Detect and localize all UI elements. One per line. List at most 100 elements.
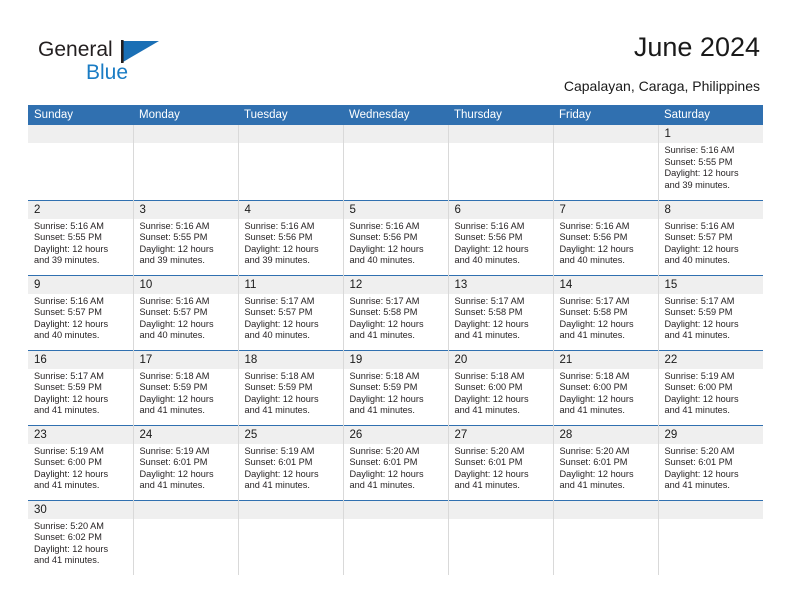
calendar-cell-inner: 9 Sunrise: 5:16 AM Sunset: 5:57 PM Daylight…: [28, 275, 133, 350]
day-info-daylight2: and 39 minutes.: [139, 255, 205, 266]
day-info-sunset: Sunset: 6:01 PM: [139, 457, 208, 468]
day-info-sunset: Sunset: 5:59 PM: [244, 382, 313, 393]
weekday-header-tuesday: Tuesday: [238, 105, 343, 125]
day-info-sunset: Sunset: 5:59 PM: [349, 382, 418, 393]
day-info-sunrise: Sunrise: 5:16 AM: [244, 220, 315, 231]
calendar-cell-day-9[interactable]: 9 Sunrise: 5:16 AM Sunset: 5:57 PM Daylight…: [28, 274, 133, 350]
calendar-cell-inner: 19 Sunrise: 5:18 AM Sunset: 5:59 PM Dayligh…: [343, 350, 448, 425]
page-header: General Blue June 2024 Capalayan, Caraga…: [0, 0, 792, 104]
day-info-daylight1: Daylight: 12 hours: [454, 318, 529, 329]
day-sun-info: Sunrise: 5:16 AM Sunset: 5:56 PM Daylight:…: [344, 219, 448, 267]
calendar-cell-day-19[interactable]: 19 Sunrise: 5:18 AM Sunset: 5:59 PM Dayligh…: [342, 349, 448, 425]
calendar-cell-inner: 21 Sunrise: 5:18 AM Sunset: 6:00 PM Dayligh…: [553, 350, 658, 425]
calendar-cell-day-5[interactable]: 5 Sunrise: 5:16 AM Sunset: 5:56 PM Daylight…: [342, 199, 448, 275]
calendar-cell-inner: 3 Sunrise: 5:16 AM Sunset: 5:55 PM Daylight…: [133, 200, 238, 275]
calendar-cell-inner: [448, 125, 553, 200]
calendar-cell-day-10[interactable]: 10 Sunrise: 5:16 AM Sunset: 5:57 PM Dayligh…: [132, 274, 238, 350]
calendar-cell-day-26[interactable]: 26 Sunrise: 5:20 AM Sunset: 6:01 PM Dayligh…: [342, 424, 448, 500]
calendar-cell-inner: 7 Sunrise: 5:16 AM Sunset: 5:56 PM Daylight…: [553, 200, 658, 275]
day-number: 6: [448, 200, 553, 219]
calendar-cell-inner: 6 Sunrise: 5:16 AM Sunset: 5:56 PM Daylight…: [448, 200, 553, 275]
day-info-sunset: Sunset: 5:56 PM: [454, 232, 523, 243]
weekday-header-wednesday: Wednesday: [343, 105, 448, 125]
calendar-week-row: 30 Sunrise: 5:20 AM Sunset: 6:02 PM Dayligh…: [28, 499, 763, 576]
calendar-cell-day-12[interactable]: 12 Sunrise: 5:17 AM Sunset: 5:58 PM Dayligh…: [342, 274, 448, 350]
weekday-header-friday: Friday: [553, 105, 658, 125]
calendar-cell-day-6[interactable]: 6 Sunrise: 5:16 AM Sunset: 5:56 PM Daylight…: [447, 199, 553, 275]
calendar-cell-day-8[interactable]: 8 Sunrise: 5:16 AM Sunset: 5:57 PM Daylight…: [657, 199, 763, 275]
calendar-cell-day-23[interactable]: 23 Sunrise: 5:19 AM Sunset: 6:00 PM Dayligh…: [28, 424, 133, 500]
calendar-cell-day-13[interactable]: 13 Sunrise: 5:17 AM Sunset: 5:58 PM Dayligh…: [447, 274, 553, 350]
day-info-daylight1: Daylight: 12 hours: [664, 393, 739, 404]
calendar-cell-empty: [657, 499, 763, 575]
day-info-sunrise: Sunrise: 5:19 AM: [664, 370, 735, 381]
calendar-cell-day-30[interactable]: 30 Sunrise: 5:20 AM Sunset: 6:02 PM Dayligh…: [28, 499, 133, 575]
calendar-cell-day-1[interactable]: 1 Sunrise: 5:16 AM Sunset: 5:55 PM Daylight…: [657, 125, 763, 200]
calendar-cell-inner: 8 Sunrise: 5:16 AM Sunset: 5:57 PM Daylight…: [658, 200, 763, 275]
day-info-sunset: Sunset: 6:01 PM: [244, 457, 313, 468]
day-number: [553, 125, 658, 143]
day-number: 10: [133, 275, 238, 294]
calendar-cell-day-24[interactable]: 24 Sunrise: 5:19 AM Sunset: 6:01 PM Dayligh…: [132, 424, 238, 500]
calendar-cell-day-2[interactable]: 2 Sunrise: 5:16 AM Sunset: 5:55 PM Daylight…: [28, 199, 133, 275]
day-info-daylight1: Daylight: 12 hours: [244, 393, 319, 404]
day-info-sunrise: Sunrise: 5:20 AM: [454, 445, 525, 456]
day-sun-info: Sunrise: 5:16 AM Sunset: 5:56 PM Daylight:…: [449, 219, 553, 267]
day-info-sunset: Sunset: 6:01 PM: [664, 457, 733, 468]
day-info-daylight2: and 40 minutes.: [139, 330, 205, 341]
calendar-cell-inner: 1 Sunrise: 5:16 AM Sunset: 5:55 PM Daylight…: [658, 125, 763, 200]
day-info-sunrise: Sunrise: 5:19 AM: [244, 445, 315, 456]
day-info-daylight1: Daylight: 12 hours: [664, 243, 739, 254]
day-info-daylight2: and 41 minutes.: [559, 480, 625, 491]
day-number: 20: [448, 350, 553, 369]
calendar-cell-day-21[interactable]: 21 Sunrise: 5:18 AM Sunset: 6:00 PM Dayligh…: [552, 349, 658, 425]
calendar-cell-day-4[interactable]: 4 Sunrise: 5:16 AM Sunset: 5:56 PM Daylight…: [237, 199, 343, 275]
day-number: [238, 125, 343, 143]
calendar-cell-day-25[interactable]: 25 Sunrise: 5:19 AM Sunset: 6:01 PM Dayligh…: [237, 424, 343, 500]
day-number: [448, 125, 553, 143]
calendar-cell-day-3[interactable]: 3 Sunrise: 5:16 AM Sunset: 5:55 PM Daylight…: [132, 199, 238, 275]
day-info-sunset: Sunset: 5:58 PM: [349, 307, 418, 318]
calendar-cell-day-29[interactable]: 29 Sunrise: 5:20 AM Sunset: 6:01 PM Dayligh…: [657, 424, 763, 500]
day-number: 29: [658, 425, 763, 444]
calendar-cell-day-27[interactable]: 27 Sunrise: 5:20 AM Sunset: 6:01 PM Dayligh…: [447, 424, 553, 500]
day-number: 24: [133, 425, 238, 444]
day-info-daylight2: and 41 minutes.: [664, 405, 730, 416]
day-info-sunset: Sunset: 5:59 PM: [139, 382, 208, 393]
day-info-sunset: Sunset: 5:59 PM: [664, 307, 733, 318]
calendar-body: 1 Sunrise: 5:16 AM Sunset: 5:55 PM Daylight…: [28, 125, 763, 575]
calendar-cell-day-14[interactable]: 14 Sunrise: 5:17 AM Sunset: 5:58 PM Dayligh…: [552, 274, 658, 350]
day-number: 14: [553, 275, 658, 294]
day-number: 17: [133, 350, 238, 369]
day-info-daylight1: Daylight: 12 hours: [664, 168, 739, 179]
day-info-sunset: Sunset: 5:55 PM: [139, 232, 208, 243]
calendar-cell-day-22[interactable]: 22 Sunrise: 5:19 AM Sunset: 6:00 PM Dayligh…: [657, 349, 763, 425]
calendar-cell-day-28[interactable]: 28 Sunrise: 5:20 AM Sunset: 6:01 PM Dayligh…: [552, 424, 658, 500]
calendar-cell-day-7[interactable]: 7 Sunrise: 5:16 AM Sunset: 5:56 PM Daylight…: [552, 199, 658, 275]
calendar-cell-empty: [552, 125, 658, 200]
day-info-sunset: Sunset: 5:57 PM: [244, 307, 313, 318]
calendar-cell-day-17[interactable]: 17 Sunrise: 5:18 AM Sunset: 5:59 PM Dayligh…: [132, 349, 238, 425]
calendar-cell-day-20[interactable]: 20 Sunrise: 5:18 AM Sunset: 6:00 PM Dayligh…: [447, 349, 553, 425]
day-info-daylight2: and 41 minutes.: [34, 405, 100, 416]
day-info-daylight2: and 40 minutes.: [559, 255, 625, 266]
brand-logo[interactable]: General Blue: [38, 38, 238, 90]
day-number: 22: [658, 350, 763, 369]
day-number: [133, 125, 238, 143]
day-number: 9: [28, 275, 133, 294]
day-sun-info: Sunrise: 5:19 AM Sunset: 6:01 PM Daylight:…: [239, 444, 343, 492]
calendar-cell-day-16[interactable]: 16 Sunrise: 5:17 AM Sunset: 5:59 PM Dayligh…: [28, 349, 133, 425]
day-info-daylight2: and 41 minutes.: [139, 405, 205, 416]
calendar-cell-day-11[interactable]: 11 Sunrise: 5:17 AM Sunset: 5:57 PM Dayligh…: [237, 274, 343, 350]
day-number: [133, 500, 238, 519]
calendar-week-row: 1 Sunrise: 5:16 AM Sunset: 5:55 PM Daylight…: [28, 125, 763, 200]
day-info-daylight1: Daylight: 12 hours: [559, 318, 634, 329]
day-info-sunrise: Sunrise: 5:19 AM: [139, 445, 210, 456]
day-info-sunset: Sunset: 6:00 PM: [664, 382, 733, 393]
day-info-sunrise: Sunrise: 5:20 AM: [34, 520, 104, 531]
day-sun-info: Sunrise: 5:18 AM Sunset: 6:00 PM Daylight:…: [554, 369, 658, 417]
calendar-cell-day-18[interactable]: 18 Sunrise: 5:18 AM Sunset: 5:59 PM Dayligh…: [237, 349, 343, 425]
calendar-cell-inner: [343, 500, 448, 576]
calendar-cell-inner: 10 Sunrise: 5:16 AM Sunset: 5:57 PM Dayligh…: [133, 275, 238, 350]
calendar-cell-day-15[interactable]: 15 Sunrise: 5:17 AM Sunset: 5:59 PM Dayligh…: [657, 274, 763, 350]
